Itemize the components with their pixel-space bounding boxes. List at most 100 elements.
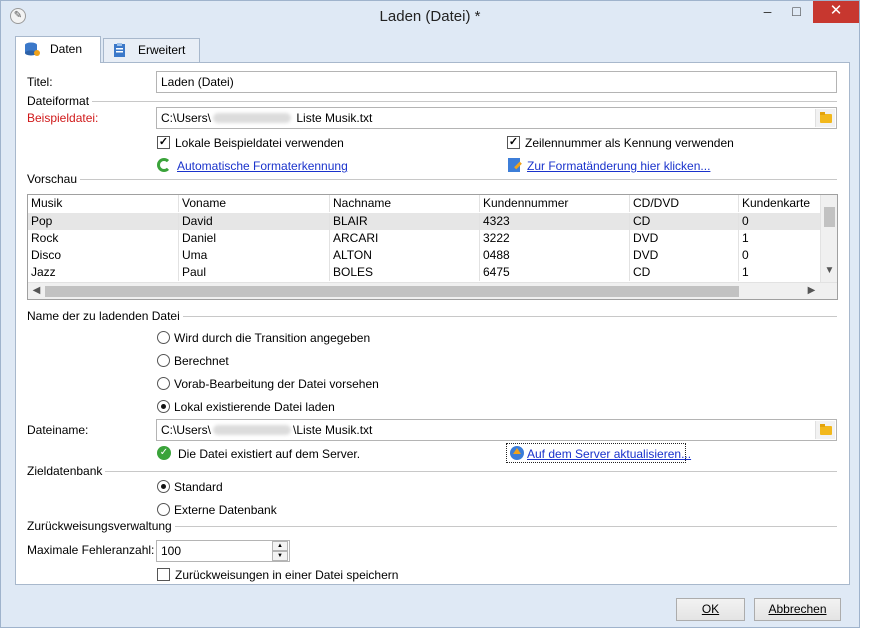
table-cell: CD (629, 213, 738, 230)
radio-local-file[interactable] (157, 400, 170, 413)
table-cell: Uma (178, 247, 329, 264)
title-input[interactable]: Laden (Datei) (156, 71, 837, 93)
tab-erweitert[interactable]: Erweitert (103, 38, 200, 62)
radio-preprocess-label: Vorab-Bearbeitung der Datei vorsehen (174, 377, 379, 391)
scroll-right-icon[interactable]: ▶ (803, 285, 820, 296)
section-vorschau: Vorschau (27, 172, 837, 186)
table-cell: David (178, 213, 329, 230)
tab-erweitert-label: Erweitert (138, 43, 186, 57)
table-cell: 4323 (479, 213, 629, 230)
table-cell: 0 (738, 247, 820, 264)
table-cell: Pop (31, 214, 53, 228)
tab-panel-daten: Titel: Laden (Datei) Dateiformat Beispie… (15, 62, 850, 585)
table-cell: Jazz (31, 265, 56, 279)
scroll-thumb[interactable] (45, 286, 739, 297)
filename-prefix: C:\Users\ (161, 423, 212, 437)
radio-transition[interactable] (157, 331, 170, 344)
column-header[interactable]: CD/DVD (629, 195, 738, 212)
radio-standard[interactable] (157, 480, 170, 493)
redacted-username (213, 113, 292, 123)
upload-icon (510, 446, 524, 460)
column-header[interactable]: Voname (178, 195, 329, 212)
refresh-icon (157, 158, 171, 172)
table-cell: 6475 (479, 264, 629, 281)
table-cell: ALTON (329, 247, 479, 264)
check-circle-icon: ✓ (157, 446, 171, 460)
sample-file-label: Beispieldatei: (27, 111, 99, 125)
radio-preprocess[interactable] (157, 377, 170, 390)
column-header[interactable]: Nachname (329, 195, 479, 212)
vertical-scrollbar[interactable]: ▼ (820, 195, 837, 283)
use-line-number-checkbox[interactable]: ✓ (507, 136, 520, 149)
section-dateiname: Name der zu ladenden Datei (27, 309, 837, 323)
table-cell: ARCARI (329, 230, 479, 247)
max-errors-input[interactable]: 100 (156, 540, 290, 562)
preview-grid[interactable]: Musik Voname Nachname Kundennummer CD/DV… (27, 194, 838, 300)
table-cell: 1 (738, 264, 820, 281)
radio-transition-label: Wird durch die Transition angegeben (174, 331, 371, 345)
minimize-button[interactable]: – (753, 1, 782, 23)
stepper-down-icon[interactable]: ▼ (272, 551, 288, 561)
window-title: Laden (Datei) * (379, 8, 481, 25)
redacted-username (213, 425, 292, 435)
column-header[interactable]: Kundennummer (479, 195, 629, 212)
scroll-thumb[interactable] (824, 207, 835, 227)
save-rejects-label: Zurückweisungen in einer Datei speichern (175, 568, 399, 582)
title-bar[interactable]: ✎ Laden (Datei) * – □ ✕ (1, 1, 859, 31)
folder-icon (820, 112, 832, 123)
column-header[interactable]: Kundenkarte (738, 195, 820, 212)
filename-browse-button[interactable] (815, 421, 835, 439)
table-cell: 1 (738, 230, 820, 247)
sample-file-input[interactable]: C:\Users\ Liste Musik.txt (156, 107, 837, 129)
table-cell: 0 (738, 213, 820, 230)
scroll-down-icon[interactable]: ▼ (821, 265, 837, 276)
update-on-server-link[interactable]: Auf dem Server aktualisieren... (527, 447, 691, 461)
filename-input[interactable]: C:\Users\ \Liste Musik.txt (156, 419, 837, 441)
table-row[interactable]: Rock Daniel ARCARI 3222 DVD 1 (28, 230, 820, 247)
ok-button[interactable]: OK (676, 598, 745, 621)
table-cell: Disco (31, 248, 62, 262)
save-rejects-checkbox[interactable] (157, 568, 170, 581)
tab-daten[interactable]: Daten (15, 36, 101, 63)
use-line-number-label: Zeilennummer als Kennung verwenden (525, 136, 734, 150)
sample-path-suffix: Liste Musik.txt (293, 111, 373, 125)
sample-browse-button[interactable] (815, 109, 835, 127)
table-row[interactable]: Pop David BLAIR 4323 CD 0 (28, 213, 820, 230)
folder-icon (820, 424, 832, 435)
database-icon (25, 42, 40, 56)
table-cell: DVD (629, 247, 738, 264)
stepper-up-icon[interactable]: ▲ (272, 541, 288, 551)
radio-computed-label: Berechnet (174, 354, 229, 368)
table-cell: BOLES (329, 264, 479, 281)
radio-external-db[interactable] (157, 503, 170, 516)
use-local-sample-label: Lokale Beispieldatei verwenden (175, 136, 344, 150)
file-exists-status: Die Datei existiert auf dem Server. (178, 447, 361, 461)
dialog-window: ✎ Laden (Datei) * – □ ✕ Daten Erweitert … (0, 0, 860, 628)
section-dateiformat: Dateiformat (27, 94, 837, 108)
close-button[interactable]: ✕ (813, 1, 859, 23)
column-header[interactable]: Musik (28, 195, 178, 212)
table-row[interactable]: Disco Uma ALTON 0488 DVD 0 (28, 247, 820, 264)
radio-computed[interactable] (157, 354, 170, 367)
section-zieldatenbank: Zieldatenbank (27, 464, 837, 478)
use-local-sample-checkbox[interactable]: ✓ (157, 136, 170, 149)
table-cell: 0488 (479, 247, 629, 264)
radio-standard-label: Standard (174, 480, 223, 494)
table-cell: Daniel (178, 230, 329, 247)
table-cell: BLAIR (329, 213, 479, 230)
table-cell: CD (629, 264, 738, 281)
radio-external-db-label: Externe Datenbank (174, 503, 277, 517)
change-format-link[interactable]: Zur Formatänderung hier klicken... (527, 159, 710, 173)
max-errors-stepper[interactable]: ▲ ▼ (272, 541, 288, 561)
maximize-button[interactable]: □ (782, 1, 811, 23)
scroll-left-icon[interactable]: ◀ (28, 285, 45, 296)
cancel-button[interactable]: Abbrechen (754, 598, 841, 621)
section-zurueckweisung: Zurückweisungsverwaltung (27, 519, 837, 533)
update-on-server-button[interactable]: Auf dem Server aktualisieren... (506, 443, 691, 463)
table-row[interactable]: Jazz Paul BOLES 6475 CD 1 (28, 264, 820, 281)
filename-label: Dateiname: (27, 423, 89, 437)
auto-detect-format-link[interactable]: Automatische Formaterkennung (177, 159, 348, 173)
horizontal-scrollbar[interactable]: ◀ ▶ (28, 282, 837, 299)
table-cell: DVD (629, 230, 738, 247)
table-cell: 3222 (479, 230, 629, 247)
